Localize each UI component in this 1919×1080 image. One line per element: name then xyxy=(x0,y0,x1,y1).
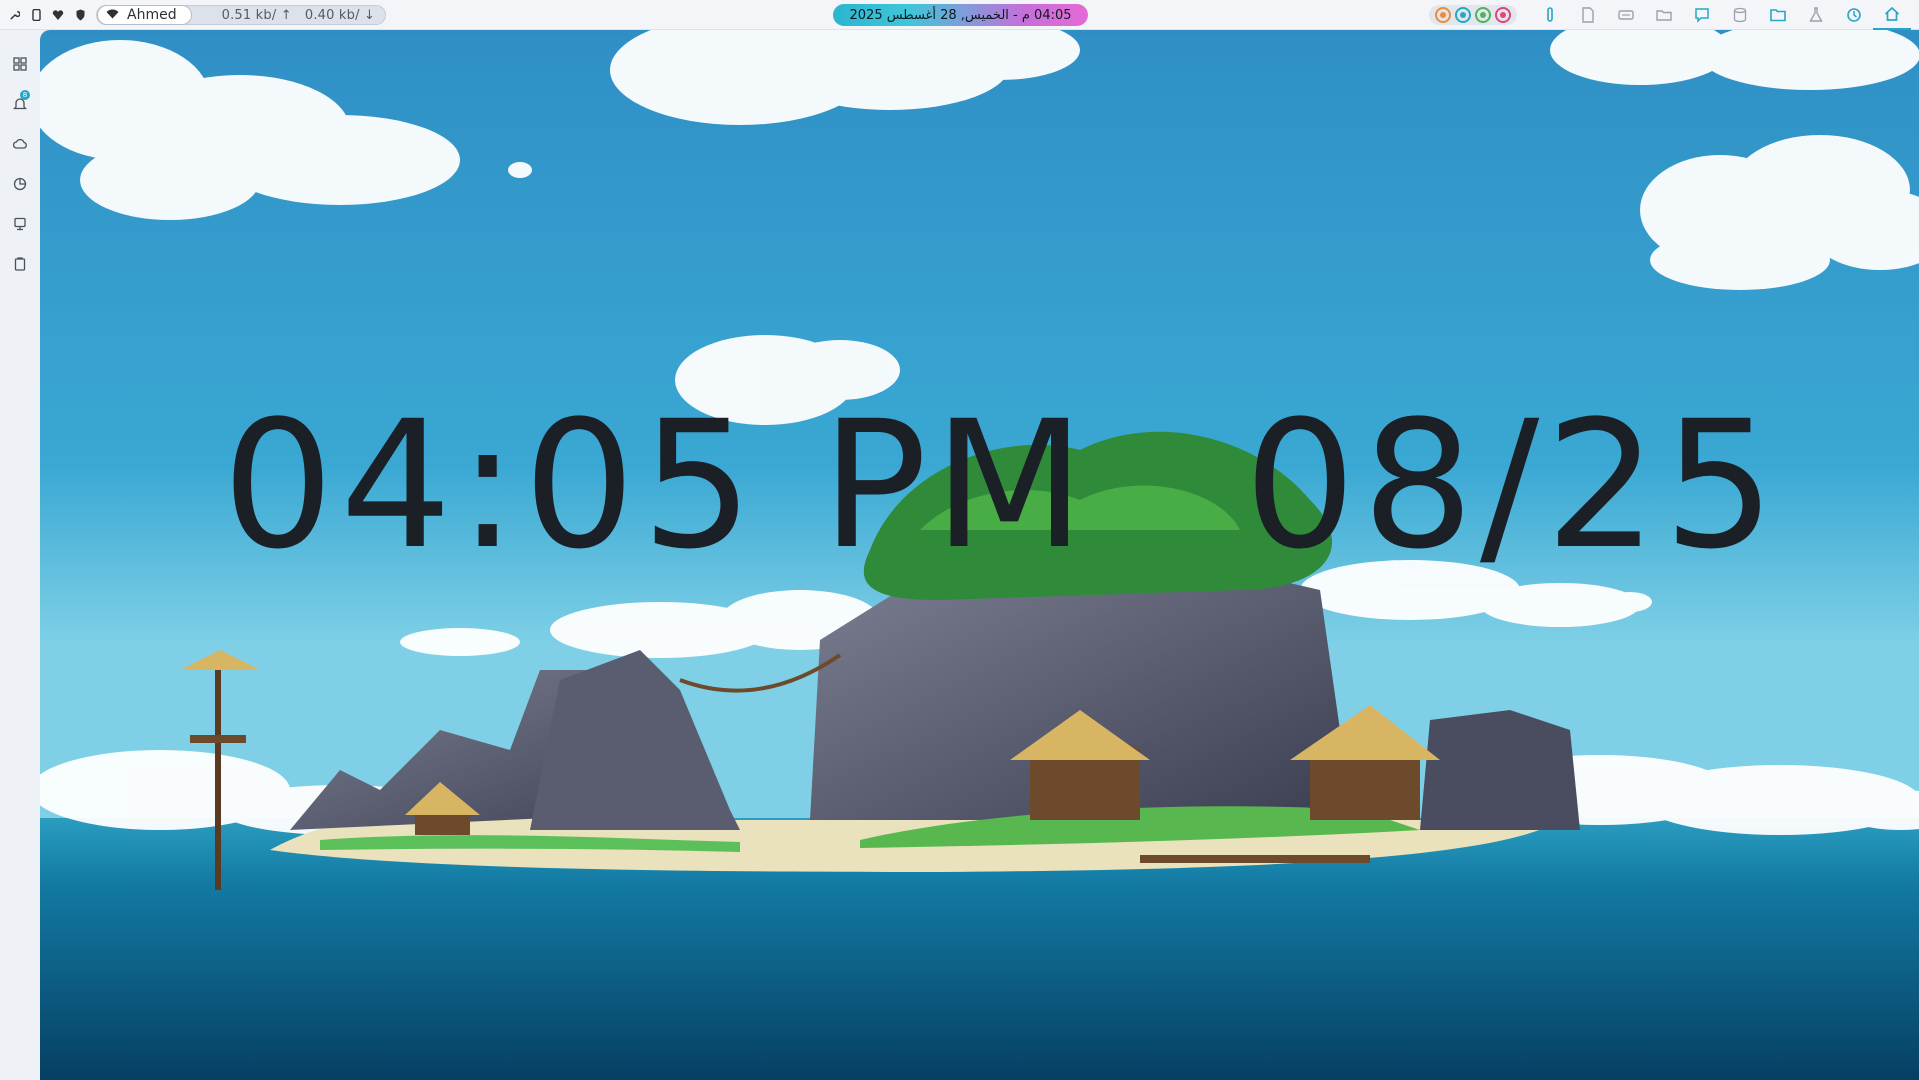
net-up: 0.51 kb/ ↑ xyxy=(221,7,292,23)
net-down: 0.40 kb/ ↓ xyxy=(304,7,376,23)
chart-icon[interactable] xyxy=(12,176,28,192)
topbar-clock-text: 04:05 م - الخميس, 28 أغسطس 2025 xyxy=(849,7,1072,23)
desktop-date: 08/25 xyxy=(1244,383,1782,588)
chat-app-icon[interactable] xyxy=(1683,0,1721,30)
wrench-icon[interactable] xyxy=(8,9,20,21)
grid-icon[interactable] xyxy=(12,56,28,72)
network-speed: 0.51 kb/ ↑ 0.40 kb/ ↓ xyxy=(222,8,376,23)
mic-status-icon[interactable] xyxy=(1435,7,1451,23)
desktop-wallpaper: 04:05 PM 08/25 xyxy=(40,30,1919,1080)
status-indicators xyxy=(1429,5,1517,25)
database-app-icon[interactable] xyxy=(1721,0,1759,30)
heart-icon[interactable] xyxy=(52,9,64,21)
desktop-time: 04:05 PM xyxy=(222,383,1092,588)
headphone-status-icon[interactable] xyxy=(1455,7,1471,23)
top-bar-right xyxy=(1429,0,1911,30)
sidebar: 8 xyxy=(0,30,40,1080)
top-bar: Ahmed 0.51 kb/ ↑ 0.40 kb/ ↓ 04:05 م - ال… xyxy=(0,0,1919,30)
network-pill[interactable]: Ahmed 0.51 kb/ ↑ 0.40 kb/ ↓ xyxy=(96,5,387,25)
home-app-icon[interactable] xyxy=(1873,0,1911,30)
phone-icon[interactable] xyxy=(30,9,42,21)
record-status-icon[interactable] xyxy=(1495,7,1511,23)
cloud-icon[interactable] xyxy=(12,136,28,152)
gamepad-status-icon[interactable] xyxy=(1475,7,1491,23)
clipboard-icon[interactable] xyxy=(12,256,28,272)
wifi-name: Ahmed xyxy=(127,7,177,23)
folder-app-icon[interactable] xyxy=(1759,0,1797,30)
monitor-icon[interactable] xyxy=(12,216,28,232)
document-app-icon[interactable] xyxy=(1569,0,1607,30)
flask-app-icon[interactable] xyxy=(1797,0,1835,30)
wifi-icon xyxy=(106,7,119,23)
folder-outline-app-icon[interactable] xyxy=(1645,0,1683,30)
desktop-clock-widget: 04:05 PM 08/25 xyxy=(222,398,1802,598)
notification-badge: 8 xyxy=(20,90,30,100)
refresh-app-icon[interactable] xyxy=(1835,0,1873,30)
bell-icon[interactable]: 8 xyxy=(12,90,30,112)
topbar-clock[interactable]: 04:05 م - الخميس, 28 أغسطس 2025 xyxy=(833,4,1088,26)
keyboard-app-icon[interactable] xyxy=(1607,0,1645,30)
top-bar-left: Ahmed 0.51 kb/ ↑ 0.40 kb/ ↓ xyxy=(8,0,387,30)
notification-count: 8 xyxy=(22,91,28,99)
shield-icon[interactable] xyxy=(74,9,86,21)
pin-app-icon[interactable] xyxy=(1531,0,1569,30)
wifi-pill[interactable]: Ahmed xyxy=(97,5,192,25)
